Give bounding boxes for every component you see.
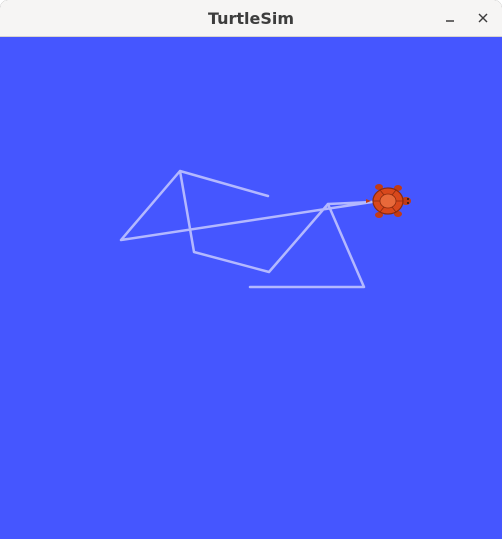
minimize-button[interactable] — [438, 6, 462, 30]
turtlesim-window: TurtleSim — [0, 0, 502, 539]
turtle-icon — [366, 184, 411, 218]
title-bar[interactable]: TurtleSim — [0, 0, 502, 37]
close-button[interactable] — [471, 6, 495, 30]
canvas-drawing — [119, 169, 411, 289]
minimize-icon — [446, 20, 454, 22]
window-title: TurtleSim — [207, 9, 295, 28]
turtle-canvas — [0, 37, 502, 539]
pen-trail-segment — [248, 202, 366, 289]
close-icon — [478, 13, 488, 23]
